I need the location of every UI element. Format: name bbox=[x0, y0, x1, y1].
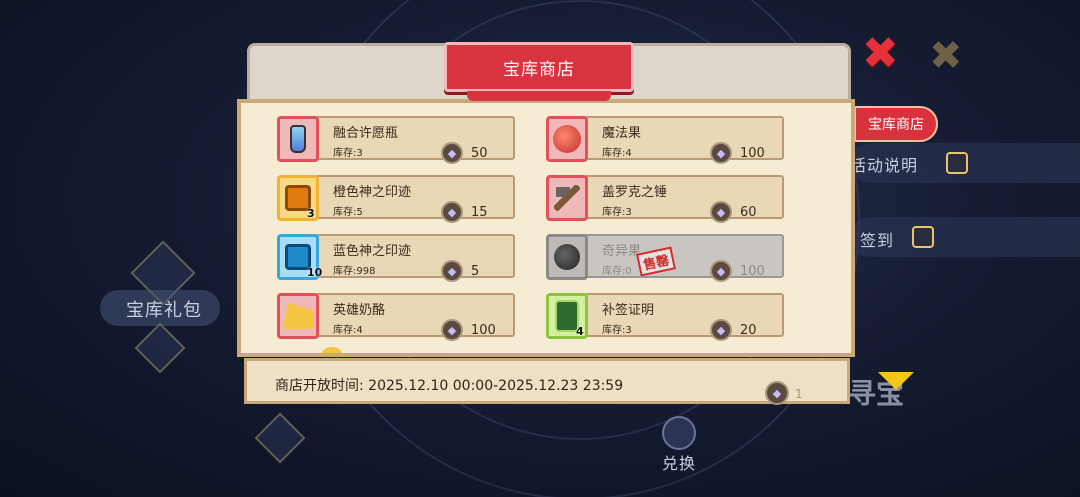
currency-gem-icon: ◆ bbox=[441, 142, 463, 164]
expand-arrow-icon[interactable] bbox=[878, 372, 914, 390]
currency-balance: 1 bbox=[795, 387, 803, 401]
side-item-event-info[interactable]: 活动说明 bbox=[850, 143, 1080, 183]
item-stock: 库存:3 bbox=[333, 148, 363, 159]
treasure-pack-label: 宝库礼包 bbox=[126, 300, 202, 321]
item-name: 盖罗克之锤 bbox=[602, 185, 668, 200]
item-price: 20 bbox=[740, 323, 757, 338]
currency-gem-icon: ◆ bbox=[710, 201, 732, 223]
dark-fruit-icon bbox=[546, 234, 588, 280]
item-name: 奇异果 bbox=[602, 244, 642, 259]
next-row-peek-icon bbox=[321, 347, 343, 353]
item-name: 英雄奶酪 bbox=[333, 303, 386, 318]
close-icon-dim: ✖ bbox=[929, 33, 963, 79]
item-stock: 库存:998 bbox=[333, 266, 376, 277]
sold-out-stamp: 售罄 bbox=[636, 246, 677, 277]
shop-item-sold-out: 奇异果 库存:0 ◆ 100 售罄 bbox=[546, 234, 784, 282]
item-price: 100 bbox=[740, 146, 765, 161]
item-name: 魔法果 bbox=[602, 126, 642, 141]
currency-gem-icon: ◆ bbox=[765, 381, 789, 405]
currency-gem-icon: ◆ bbox=[441, 201, 463, 223]
item-price: 100 bbox=[740, 264, 765, 279]
shop-item[interactable]: 魔法果 库存:4 ◆ 100 bbox=[546, 116, 784, 164]
magic-fruit-icon bbox=[546, 116, 588, 162]
shop-item[interactable]: 融合许愿瓶 库存:3 ◆ 50 bbox=[277, 116, 515, 164]
calendar-icon bbox=[912, 226, 934, 248]
side-tab-label: 宝库商店 bbox=[868, 117, 924, 133]
gem-diamond-icon bbox=[254, 412, 306, 464]
currency-gem-icon: ◆ bbox=[710, 319, 732, 341]
side-tab-treasure-shop[interactable]: 宝库商店 bbox=[854, 106, 938, 142]
item-price: 60 bbox=[740, 205, 757, 220]
side-item-checkin[interactable]: 签到 bbox=[850, 217, 1080, 257]
item-count-badge: 10 bbox=[307, 266, 323, 279]
item-name: 橙色神之印迹 bbox=[333, 185, 412, 200]
hammer-icon bbox=[546, 175, 588, 221]
item-price: 50 bbox=[471, 146, 488, 161]
close-icon[interactable]: ✖ bbox=[862, 32, 899, 76]
item-name: 融合许愿瓶 bbox=[333, 126, 399, 141]
shop-item[interactable]: 英雄奶酪 库存:4 ◆ 100 bbox=[277, 293, 515, 341]
shop-title-banner: 宝库商店 bbox=[444, 42, 634, 101]
shop-item[interactable]: 盖罗克之锤 库存:3 ◆ 60 bbox=[546, 175, 784, 223]
item-stock: 库存:3 bbox=[602, 207, 632, 218]
currency-gem-icon: ◆ bbox=[441, 260, 463, 282]
shop-open-time: 商店开放时间: 2025.12.10 00:00-2025.12.23 23:5… bbox=[275, 378, 624, 394]
item-name: 补签证明 bbox=[602, 303, 655, 318]
currency-gem-icon: ◆ bbox=[441, 319, 463, 341]
item-price: 100 bbox=[471, 323, 496, 338]
exchange-button[interactable]: 兑换 bbox=[650, 416, 710, 476]
item-count-badge: 4 bbox=[576, 325, 584, 338]
item-stock: 库存:3 bbox=[602, 325, 632, 336]
exchange-label: 兑换 bbox=[662, 454, 697, 473]
item-stock: 库存:4 bbox=[602, 148, 632, 159]
exchange-gem-icon bbox=[662, 416, 696, 450]
item-stock: 库存:5 bbox=[333, 207, 363, 218]
shop-item[interactable]: 4 补签证明 库存:3 ◆ 20 bbox=[546, 293, 784, 341]
currency-gem-icon: ◆ bbox=[710, 260, 732, 282]
cheese-icon bbox=[277, 293, 319, 339]
event-info-label: 活动说明 bbox=[850, 156, 919, 175]
shop-item[interactable]: 10 蓝色神之印迹 库存:998 ◆ 5 bbox=[277, 234, 515, 282]
currency-gem-icon: ◆ bbox=[710, 142, 732, 164]
gem-diamond-icon bbox=[134, 322, 186, 374]
checkin-label: 签到 bbox=[860, 231, 895, 250]
item-stock: 库存:0 bbox=[602, 266, 632, 277]
item-stock: 库存:4 bbox=[333, 325, 363, 336]
info-book-icon bbox=[946, 152, 968, 174]
shop-footer: 商店开放时间: 2025.12.10 00:00-2025.12.23 23:5… bbox=[244, 358, 850, 405]
item-price: 5 bbox=[471, 264, 480, 279]
item-name: 蓝色神之印迹 bbox=[333, 244, 412, 259]
wish-bottle-icon bbox=[277, 116, 319, 162]
item-count-badge: 3 bbox=[307, 207, 315, 220]
item-price: 15 bbox=[471, 205, 488, 220]
treasure-pack-button[interactable]: 宝库礼包 bbox=[100, 290, 220, 326]
shop-title: 宝库商店 bbox=[503, 59, 575, 80]
shop-item[interactable]: 3 橙色神之印迹 库存:5 ◆ 15 bbox=[277, 175, 515, 223]
shop-item-list[interactable]: 融合许愿瓶 库存:3 ◆ 50 魔法果 库存:4 ◆ 100 3 橙色神之印迹 … bbox=[237, 99, 855, 357]
